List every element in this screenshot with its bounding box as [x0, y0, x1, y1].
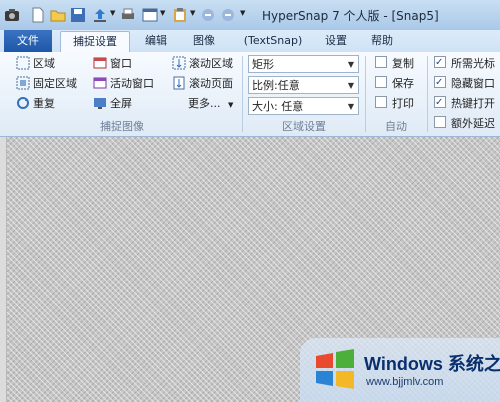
upload-icon[interactable] — [92, 7, 108, 23]
checkbox-box — [434, 74, 446, 92]
tab-file[interactable]: 文件 — [4, 30, 52, 52]
group-label-auto: 自动 — [385, 120, 407, 133]
window-capture-icon — [93, 57, 107, 69]
tab-edit[interactable]: 编辑 — [138, 31, 174, 52]
undo-icon[interactable] — [200, 7, 216, 23]
auto-print-label: 打印 — [392, 97, 414, 110]
tab-textsnap[interactable]: (TextSnap) — [238, 31, 308, 52]
checkbox-box — [375, 76, 387, 88]
auto-save-checkbox[interactable]: 保存 — [375, 75, 414, 93]
checkbox-box — [375, 56, 387, 68]
capture-repeat-label: 重复 — [33, 97, 55, 110]
dropdown-arrow-icon: ▼ — [347, 60, 354, 69]
shape-select[interactable]: 矩形 ▼ — [248, 55, 359, 73]
capture-active-window-label: 活动窗口 — [110, 77, 154, 90]
windows-logo-icon — [316, 349, 354, 389]
new-icon[interactable] — [30, 7, 46, 23]
auto-save-label: 保存 — [392, 77, 414, 90]
fixed-region-icon — [16, 76, 30, 90]
capture-region-button[interactable]: 区域 — [16, 55, 55, 73]
window-title: HyperSnap 7 个人版 - [Snap5] — [262, 9, 439, 23]
checkbox-box — [434, 54, 446, 72]
dropdown-arrow-icon: ▼ — [347, 102, 354, 111]
app-camera-icon[interactable] — [4, 7, 20, 23]
capture-more-label: 更多... — [188, 97, 221, 110]
dropdown-arrow-icon[interactable]: ▼ — [110, 9, 115, 17]
left-ruler — [0, 137, 7, 402]
auto-copy-label: 复制 — [392, 57, 414, 70]
auto-copy-checkbox[interactable]: 复制 — [375, 55, 414, 73]
group-separator — [427, 56, 428, 132]
dropdown-arrow-icon[interactable]: ▼ — [190, 9, 195, 17]
ribbon-tabs: 文件 捕捉设置 编辑 图像 (TextSnap) 设置 帮助 — [0, 30, 500, 53]
print-icon[interactable] — [120, 7, 136, 23]
show-cursor-label: 所需光标 — [451, 57, 495, 70]
tab-help[interactable]: 帮助 — [364, 31, 400, 52]
shape-select-value: 矩形 — [252, 58, 274, 71]
dropdown-arrow-icon[interactable]: ▼ — [160, 9, 165, 17]
open-folder-icon[interactable] — [50, 7, 66, 23]
ribbon-panel: 区域 固定区域 重复 窗口 活动窗口 全屏 滚动区域 滚动页面 更多... ▼ … — [0, 52, 500, 137]
repeat-icon — [17, 97, 29, 109]
auto-print-checkbox[interactable]: 打印 — [375, 95, 414, 113]
capture-fullscreen-button[interactable]: 全屏 — [93, 95, 132, 113]
watermark-brand: Windows 系统之家 — [364, 354, 500, 374]
group-separator — [365, 56, 366, 132]
tab-capture-settings[interactable]: 捕捉设置 — [60, 31, 130, 53]
clipboard-icon[interactable] — [172, 7, 188, 23]
hide-window-checkbox[interactable]: 隐藏窗口 — [434, 74, 495, 93]
capture-scroll-region-label: 滚动区域 — [189, 57, 233, 70]
hotkey-enable-label: 热键打开 — [451, 97, 495, 110]
redo-icon[interactable] — [220, 7, 236, 23]
save-icon[interactable] — [70, 7, 86, 23]
capture-fixed-region-label: 固定区域 — [33, 77, 77, 90]
extra-delay-checkbox[interactable]: 额外延迟 — [434, 115, 495, 133]
scroll-region-icon — [172, 56, 186, 70]
capture-active-window-button[interactable]: 活动窗口 — [93, 75, 154, 93]
ratio-select-value: 比例:任意 — [252, 79, 300, 92]
scroll-page-icon — [173, 76, 185, 90]
region-icon — [16, 56, 30, 70]
capture-scroll-page-label: 滚动页面 — [189, 77, 233, 90]
capture-window-button[interactable]: 窗口 — [93, 55, 132, 73]
capture-more-button[interactable]: 更多... ▼ — [188, 95, 233, 113]
group-separator — [242, 56, 243, 132]
capture-region-label: 区域 — [33, 57, 55, 70]
capture-scroll-page-button[interactable]: 滚动页面 — [172, 75, 233, 93]
capture-repeat-button[interactable]: 重复 — [16, 95, 55, 113]
group-label-capture: 捕捉图像 — [100, 120, 144, 133]
extra-delay-label: 额外延迟 — [451, 117, 495, 130]
checkbox-box — [434, 116, 446, 128]
fullscreen-icon — [94, 98, 106, 109]
size-select[interactable]: 大小: 任意 ▼ — [248, 97, 359, 115]
dropdown-arrow-icon: ▼ — [228, 101, 234, 109]
tab-settings[interactable]: 设置 — [318, 31, 354, 52]
active-window-icon — [93, 77, 107, 89]
ratio-select[interactable]: 比例:任意 ▼ — [248, 76, 359, 94]
dropdown-arrow-icon[interactable]: ▼ — [240, 9, 245, 17]
watermark: Windows 系统之家 www.bjjmlv.com — [300, 338, 500, 402]
title-bar: ▼ ▼ ▼ ▼ HyperSnap 7 个人版 - [Snap5] — [0, 0, 500, 31]
window-icon[interactable] — [142, 7, 158, 23]
capture-scroll-region-button[interactable]: 滚动区域 — [172, 55, 233, 73]
size-select-value: 大小: 任意 — [252, 100, 304, 113]
capture-fullscreen-label: 全屏 — [110, 97, 132, 110]
checkbox-box — [375, 96, 387, 108]
capture-window-label: 窗口 — [110, 57, 132, 70]
tab-image[interactable]: 图像 — [186, 31, 222, 52]
capture-fixed-region-button[interactable]: 固定区域 — [16, 75, 77, 93]
dropdown-arrow-icon: ▼ — [347, 81, 354, 90]
watermark-url: www.bjjmlv.com — [366, 376, 444, 388]
hotkey-enable-checkbox[interactable]: 热键打开 — [434, 94, 495, 113]
show-cursor-checkbox[interactable]: 所需光标 — [434, 54, 495, 73]
checkbox-box — [434, 94, 446, 112]
group-label-region: 区域设置 — [282, 120, 326, 133]
hide-window-label: 隐藏窗口 — [451, 77, 495, 90]
